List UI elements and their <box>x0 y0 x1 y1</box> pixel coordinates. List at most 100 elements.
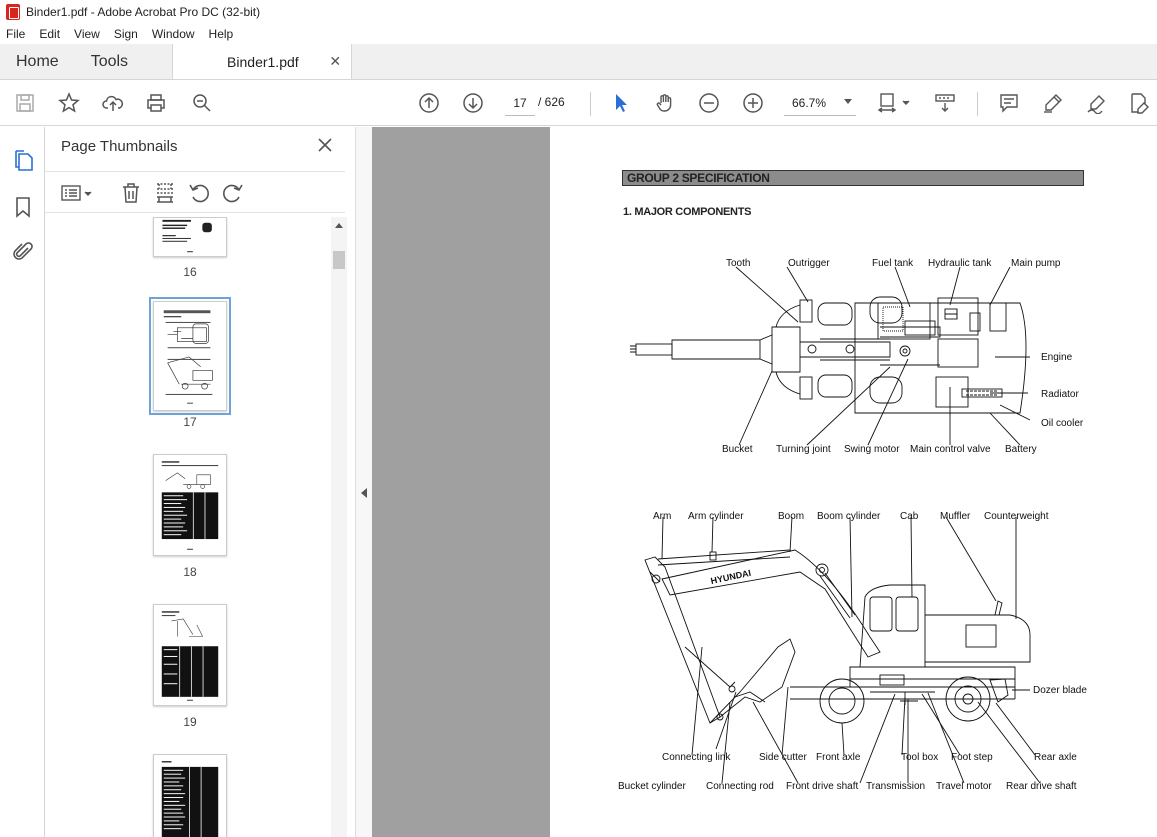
menu-file[interactable]: File <box>6 27 25 41</box>
rotate-clockwise-icon[interactable] <box>221 181 245 205</box>
thumbnail-scrollbar[interactable] <box>331 217 347 837</box>
label-arm-cylinder: Arm cylinder <box>688 511 744 522</box>
options-menu-icon[interactable] <box>60 181 96 205</box>
hand-tool-icon[interactable] <box>653 91 677 115</box>
menu-edit[interactable]: Edit <box>39 27 60 41</box>
close-tab-icon[interactable]: ✕ <box>329 53 341 70</box>
tab-bar: Home Tools Binder1.pdf ✕ <box>0 44 1157 80</box>
label-rear-axle: Rear axle <box>1034 752 1077 763</box>
tab-home[interactable]: Home <box>0 44 75 79</box>
menu-help[interactable]: Help <box>209 27 234 41</box>
thumbnail-label: 16 <box>183 265 197 279</box>
label-main-pump: Main pump <box>1011 258 1061 269</box>
select-cursor-icon[interactable] <box>609 91 633 115</box>
page-total: / 626 <box>538 95 565 109</box>
print-icon[interactable] <box>144 91 168 115</box>
label-travel-motor: Travel motor <box>936 781 992 792</box>
save-icon[interactable] <box>13 91 37 115</box>
boom-brand-text: HYUNDAI <box>710 568 752 586</box>
page-number-input[interactable]: 17 <box>505 90 535 116</box>
delete-page-icon[interactable] <box>119 181 143 205</box>
label-dozer-blade: Dozer blade <box>1033 685 1087 696</box>
chevron-up-icon[interactable] <box>335 223 343 228</box>
label-tooth: Tooth <box>726 258 751 269</box>
previous-page-icon[interactable] <box>417 91 441 115</box>
thumbnail-list: 16 17 18 19 <box>45 217 331 837</box>
edit-pdf-icon[interactable] <box>1127 91 1151 115</box>
thumbnail-page-18[interactable] <box>153 454 227 556</box>
scrollbar-thumb[interactable] <box>333 251 345 269</box>
upload-cloud-icon[interactable] <box>101 91 125 115</box>
comment-icon[interactable] <box>997 91 1021 115</box>
label-swing-motor: Swing motor <box>844 444 900 455</box>
label-arm: Arm <box>653 511 672 522</box>
thumbnail-page-16[interactable] <box>153 217 227 257</box>
close-panel-icon[interactable] <box>317 137 333 153</box>
label-tool-box: Tool box <box>901 752 939 763</box>
collapse-panel-icon[interactable] <box>361 488 367 498</box>
bookmark-star-icon[interactable] <box>57 91 81 115</box>
label-turning-joint: Turning joint <box>776 444 831 455</box>
thumbnail-page-20[interactable] <box>153 754 227 837</box>
label-transmission: Transmission <box>866 781 926 792</box>
navigation-rail <box>0 127 45 837</box>
page-fit-icon[interactable] <box>877 91 911 115</box>
acrobat-app-icon <box>6 4 20 20</box>
thumbnail-toolbar <box>45 171 345 213</box>
main-toolbar: 17 / 626 66.7% <box>0 80 1157 126</box>
page-thumbnails-icon[interactable] <box>11 149 35 173</box>
label-connecting-link: Connecting link <box>662 752 731 763</box>
zoom-out-icon[interactable] <box>697 91 721 115</box>
attachments-icon[interactable] <box>11 240 35 264</box>
label-fuel-tank: Fuel tank <box>872 258 914 269</box>
tab-tools[interactable]: Tools <box>75 44 144 79</box>
zoom-level-value: 66.7% <box>792 95 827 110</box>
window-title: Binder1.pdf - Adobe Acrobat Pro DC (32-b… <box>26 5 261 19</box>
toolbar-divider <box>590 92 591 116</box>
panel-splitter[interactable] <box>355 127 372 837</box>
panel-title: Page Thumbnails <box>61 138 178 155</box>
thumbnail-page-19[interactable] <box>153 604 227 706</box>
label-muffler: Muffler <box>940 511 971 522</box>
thumbnail-label: 18 <box>183 565 197 579</box>
thumbnail-label: 19 <box>183 715 197 729</box>
label-radiator: Radiator <box>1041 389 1079 400</box>
label-rear-drive-shaft: Rear drive shaft <box>1006 781 1077 792</box>
tab-document[interactable]: Binder1.pdf ✕ <box>172 44 353 79</box>
label-outrigger: Outrigger <box>788 258 830 269</box>
thumbnail-label: 17 <box>183 415 197 429</box>
label-main-control-valve: Main control valve <box>910 444 991 455</box>
bookmarks-icon[interactable] <box>11 195 35 219</box>
menu-window[interactable]: Window <box>152 27 195 41</box>
next-page-icon[interactable] <box>461 91 485 115</box>
zoom-level-select[interactable]: 66.7% <box>784 90 856 116</box>
label-hydraulic-tank: Hydraulic tank <box>928 258 992 269</box>
sign-pen-icon[interactable] <box>1085 91 1109 115</box>
menu-view[interactable]: View <box>74 27 100 41</box>
label-battery: Battery <box>1005 444 1037 455</box>
chevron-down-icon <box>844 99 852 104</box>
extract-pages-icon[interactable] <box>153 181 177 205</box>
scroll-mode-icon[interactable] <box>933 91 957 115</box>
thumbnail-page-17[interactable] <box>149 297 231 415</box>
label-front-drive-shaft: Front drive shaft <box>786 781 859 792</box>
toolbar-divider <box>977 92 978 116</box>
pdf-page: GROUP 2 SPECIFICATION 1. MAJOR COMPONENT… <box>550 127 1157 837</box>
label-counterweight: Counterweight <box>984 511 1049 522</box>
label-cab: Cab <box>900 511 919 522</box>
rotate-counterclockwise-icon[interactable] <box>187 181 211 205</box>
label-engine: Engine <box>1041 352 1073 363</box>
document-viewport[interactable]: GROUP 2 SPECIFICATION 1. MAJOR COMPONENT… <box>372 127 1157 837</box>
label-front-axle: Front axle <box>816 752 861 763</box>
label-bucket-cylinder: Bucket cylinder <box>618 781 686 792</box>
label-side-cutter: Side cutter <box>759 752 807 763</box>
highlight-pen-icon[interactable] <box>1041 91 1065 115</box>
label-boom-cylinder: Boom cylinder <box>817 511 881 522</box>
label-bucket: Bucket <box>722 444 753 455</box>
zoom-search-icon[interactable] <box>190 91 214 115</box>
page-thumbnails-panel: Page Thumbnails 16 17 18 19 <box>45 127 355 837</box>
document-tab-label: Binder1.pdf <box>227 53 299 70</box>
menu-sign[interactable]: Sign <box>114 27 138 41</box>
label-foot-step: Foot step <box>951 752 993 763</box>
zoom-in-icon[interactable] <box>741 91 765 115</box>
